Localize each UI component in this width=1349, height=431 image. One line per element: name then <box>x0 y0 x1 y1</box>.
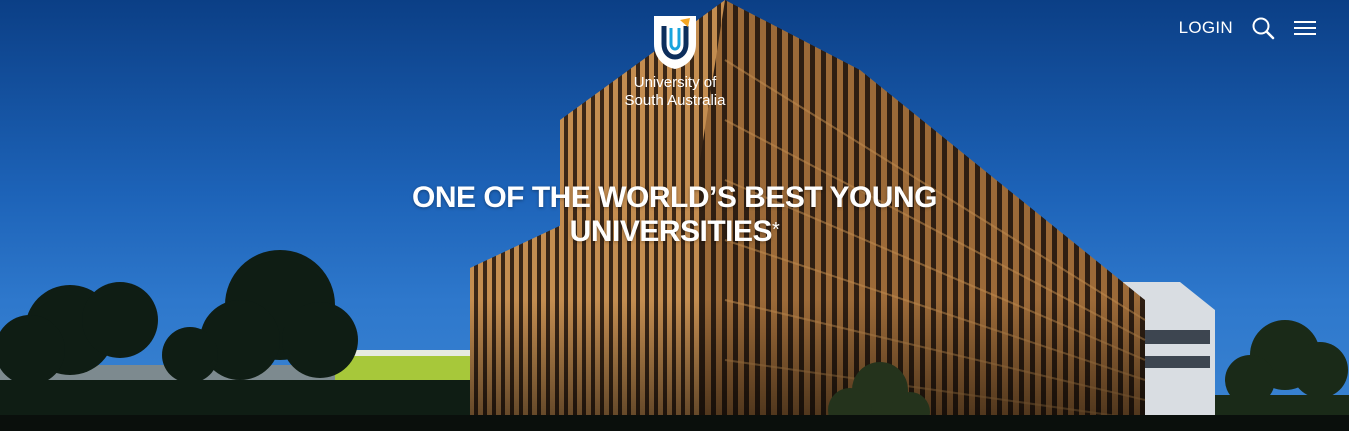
headline-line-1: ONE OF THE WORLD’S BEST YOUNG <box>412 181 937 214</box>
logo-line-2: South Australia <box>624 92 726 109</box>
login-link[interactable]: LOGIN <box>1179 18 1233 38</box>
search-icon <box>1252 17 1275 40</box>
side-building-window <box>1140 330 1210 344</box>
menu-button[interactable] <box>1293 19 1317 37</box>
hero-headline: ONE OF THE WORLD’S BEST YOUNG UNIVERSITI… <box>330 181 1019 249</box>
headline-footnote-mark: * <box>772 219 780 241</box>
hero-banner: University of South Australia LOGIN ONE … <box>0 0 1349 431</box>
headline-line-2-text: UNIVERSITIES <box>569 215 773 248</box>
unisa-shield-logo-icon <box>654 16 696 69</box>
logo-text: University of South Australia <box>594 74 756 110</box>
side-building-window <box>1140 356 1210 368</box>
trees-left <box>0 250 470 431</box>
ground <box>0 415 1349 431</box>
hamburger-menu-icon <box>1294 21 1316 35</box>
trees-right <box>1215 320 1349 431</box>
university-logo[interactable]: University of South Australia <box>594 14 756 110</box>
logo-line-1: University of <box>633 74 717 91</box>
search-button[interactable] <box>1251 16 1275 40</box>
top-nav: LOGIN <box>1179 16 1317 40</box>
building-shadow <box>470 300 1145 431</box>
headline-line-2: UNIVERSITIES* <box>330 215 1019 249</box>
